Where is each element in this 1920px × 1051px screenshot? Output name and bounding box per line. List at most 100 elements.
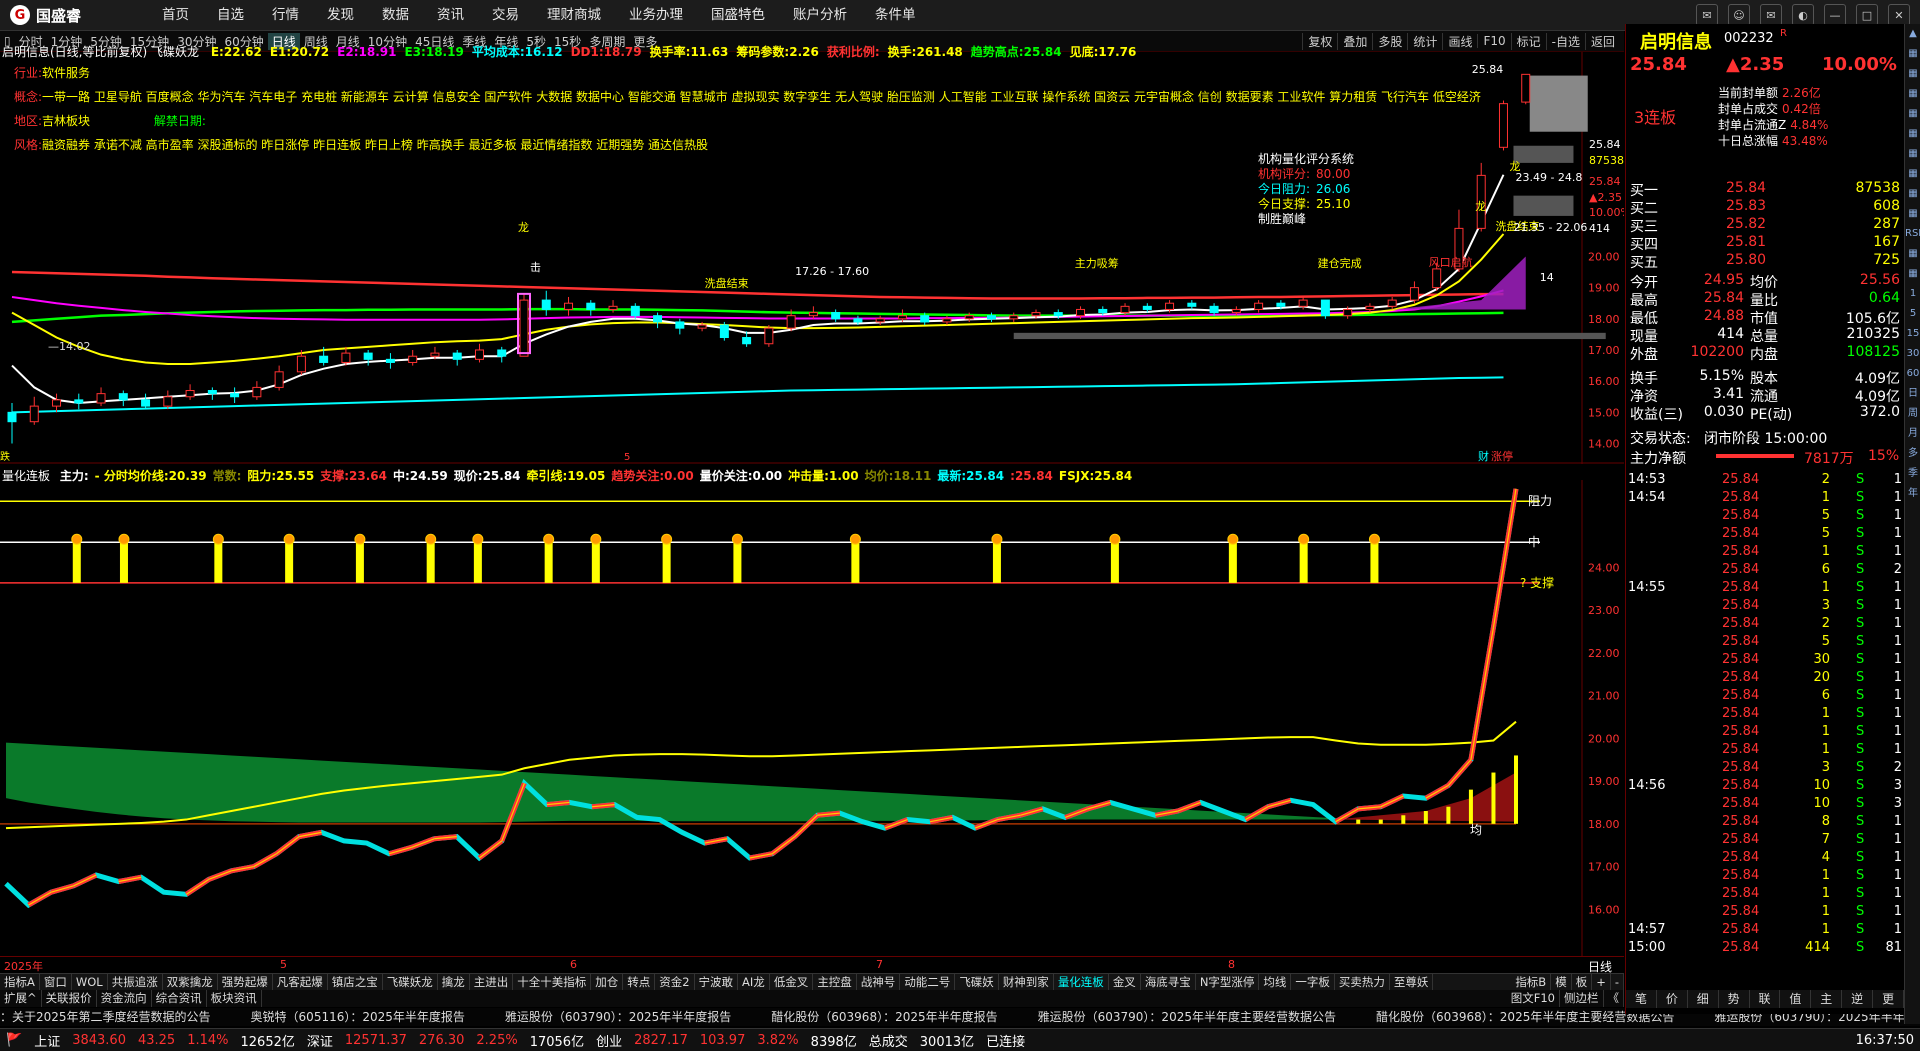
side-tool-button[interactable]: ▦: [1905, 184, 1920, 204]
indicator-tab[interactable]: 均线: [1259, 974, 1292, 991]
side-tool-button[interactable]: ▦: [1905, 44, 1920, 64]
menu-item[interactable]: 理财商城: [533, 0, 615, 30]
side-tool-button[interactable]: 多: [1905, 444, 1920, 464]
indicator-tab[interactable]: 擒龙: [438, 974, 470, 991]
menu-item[interactable]: 数据: [368, 0, 423, 30]
menu-item[interactable]: 首页: [148, 0, 203, 30]
sidebar-tab[interactable]: 侧边栏: [1560, 990, 1604, 1007]
chart-tool-button[interactable]: 返回: [1584, 32, 1620, 50]
indicator-tab[interactable]: WOL: [72, 974, 108, 991]
side-tool-button[interactable]: ▦: [1905, 204, 1920, 224]
indicator-tab[interactable]: 主控盘: [813, 974, 857, 991]
quote-tab[interactable]: 笔: [1626, 990, 1657, 1008]
quote-tab[interactable]: 联: [1750, 990, 1781, 1008]
menu-item[interactable]: 发现: [313, 0, 368, 30]
indicator-tab[interactable]: 战神号: [857, 974, 901, 991]
indicator-tab[interactable]: 宁波敢: [695, 974, 739, 991]
side-tool-button[interactable]: 年: [1905, 484, 1920, 504]
side-tool-button[interactable]: ▦: [1905, 104, 1920, 124]
menu-item[interactable]: 业务办理: [615, 0, 697, 30]
side-tool-button[interactable]: 15: [1905, 324, 1920, 344]
side-tool-button[interactable]: 30: [1905, 344, 1920, 364]
indicator-tab[interactable]: 双紫擒龙: [163, 974, 218, 991]
indicator-tab[interactable]: 海底寻宝: [1141, 974, 1196, 991]
skin-icon[interactable]: ◐: [1792, 4, 1814, 26]
indicator-chart[interactable]: 阻力中 ? 支撑均 24.00 23.00 22.00 21.00 20.00 19.00 18…: [0, 480, 1624, 956]
news-item[interactable]: ：关于2025年第二季度经营数据的公告: [0, 1008, 251, 1026]
bottom-tab[interactable]: 资金流向: [97, 990, 152, 1007]
bottom-tab[interactable]: 关联报价: [42, 990, 97, 1007]
menu-item[interactable]: 行情: [258, 0, 313, 30]
indicator-tab[interactable]: 量化连板: [1054, 974, 1109, 991]
side-tool-button[interactable]: 周: [1905, 404, 1920, 424]
indicator-tab[interactable]: 主进出: [470, 974, 514, 991]
side-tool-button[interactable]: 1: [1905, 284, 1920, 304]
indicator-tab[interactable]: 强势起爆: [218, 974, 273, 991]
side-tool-button[interactable]: ▦: [1905, 164, 1920, 184]
indicator-tab[interactable]: 低金叉: [770, 974, 814, 991]
chart-tool-button[interactable]: 标记: [1510, 32, 1546, 50]
side-tool-button[interactable]: ▦: [1905, 84, 1920, 104]
order-row[interactable]: 买三 25.82 287: [1626, 216, 1904, 235]
menu-item[interactable]: 交易: [478, 0, 533, 30]
quote-tab[interactable]: 价: [1657, 990, 1688, 1008]
order-row[interactable]: 买四 25.81 167: [1626, 234, 1904, 253]
indicator-tab[interactable]: 飞碟妖: [955, 974, 999, 991]
order-row[interactable]: 买二 25.83 608: [1626, 198, 1904, 217]
chart-tool-button[interactable]: 多股: [1372, 32, 1407, 50]
indicator-tab[interactable]: AI龙: [738, 974, 770, 991]
menu-item[interactable]: 资讯: [423, 0, 478, 30]
indicator-tab[interactable]: 财神到家: [999, 974, 1054, 991]
news-item[interactable]: 醋化股份（603968）：2025年半年度报告: [771, 1008, 1037, 1026]
tick-list[interactable]: 14:53 25.84 2 S 1 14:54 25.84 1 S 1 25.84 5 S 1 25.84 5…: [1626, 472, 1904, 958]
indicator-control[interactable]: -: [1611, 974, 1624, 991]
bottom-tab[interactable]: 综合资讯: [152, 990, 207, 1007]
chart-tool-button[interactable]: F10: [1477, 34, 1510, 48]
quote-tab[interactable]: 主: [1811, 990, 1843, 1008]
indicator-tab[interactable]: 共振追涨: [108, 974, 163, 991]
close-icon[interactable]: ✕: [1888, 4, 1910, 26]
order-row[interactable]: 买五 25.80 725: [1626, 252, 1904, 271]
indicator-tab[interactable]: 买卖热力: [1335, 974, 1390, 991]
quote-tab[interactable]: 势: [1719, 990, 1750, 1008]
chart-tool-button[interactable]: -自选: [1545, 32, 1585, 50]
indicator-tab[interactable]: 资金2: [655, 974, 695, 991]
side-tool-button[interactable]: 日: [1905, 384, 1920, 404]
indicator-tab[interactable]: 转点: [623, 974, 656, 991]
indicator-tab[interactable]: N字型涨停: [1196, 974, 1260, 991]
quote-tab[interactable]: 细: [1688, 990, 1719, 1008]
side-tool-button[interactable]: ▲: [1905, 24, 1920, 44]
news-item[interactable]: 雅运股份（603790）：2025年半年度主要经营数据公告: [1038, 1008, 1376, 1026]
chart-tool-button[interactable]: 统计: [1407, 32, 1442, 50]
indicator-tab[interactable]: 加仓: [591, 974, 624, 991]
menu-item[interactable]: 条件单: [861, 0, 930, 30]
maximize-icon[interactable]: □: [1856, 4, 1878, 26]
side-tool-button[interactable]: RSI: [1905, 224, 1920, 244]
quote-tab[interactable]: 更: [1873, 990, 1905, 1008]
indicator-control[interactable]: 指标B: [1511, 974, 1552, 991]
mail-icon[interactable]: ✉: [1760, 4, 1782, 26]
bottom-tab[interactable]: 扩展^: [0, 990, 42, 1007]
indicator-tab[interactable]: 镇店之宝: [328, 974, 383, 991]
side-tool-button[interactable]: 月: [1905, 424, 1920, 444]
indicator-tab[interactable]: 指标A: [0, 974, 40, 991]
side-tool-button[interactable]: 5: [1905, 304, 1920, 324]
indicator-control[interactable]: 模: [1551, 974, 1572, 991]
chart-tool-button[interactable]: 复权: [1302, 32, 1337, 50]
side-tool-button[interactable]: ▦: [1905, 144, 1920, 164]
indicator-tab[interactable]: 至尊妖: [1390, 974, 1434, 991]
indicator-tab[interactable]: 窗口: [40, 974, 72, 991]
sidebar-tab[interactable]: 图文F10: [1507, 990, 1560, 1007]
indicator-control[interactable]: 板: [1572, 974, 1593, 991]
indicator-tab[interactable]: 十全十美指标: [513, 974, 592, 991]
indicator-tab[interactable]: 动能二号: [900, 974, 956, 991]
indicator-tab[interactable]: 金叉: [1109, 974, 1141, 991]
indicator-tab[interactable]: 飞碟妖龙: [383, 974, 438, 991]
order-row[interactable]: 买一 25.84 87538: [1626, 180, 1904, 199]
news-item[interactable]: 雅运股份（603790）：2025年半年度报告: [505, 1008, 771, 1026]
minimize-icon[interactable]: —: [1824, 4, 1846, 26]
user-icon[interactable]: ☺: [1728, 4, 1750, 26]
chart-tool-button[interactable]: 画线: [1442, 32, 1477, 50]
quote-tab[interactable]: 逆: [1842, 990, 1874, 1008]
bottom-tab[interactable]: 板块资讯: [207, 990, 262, 1007]
